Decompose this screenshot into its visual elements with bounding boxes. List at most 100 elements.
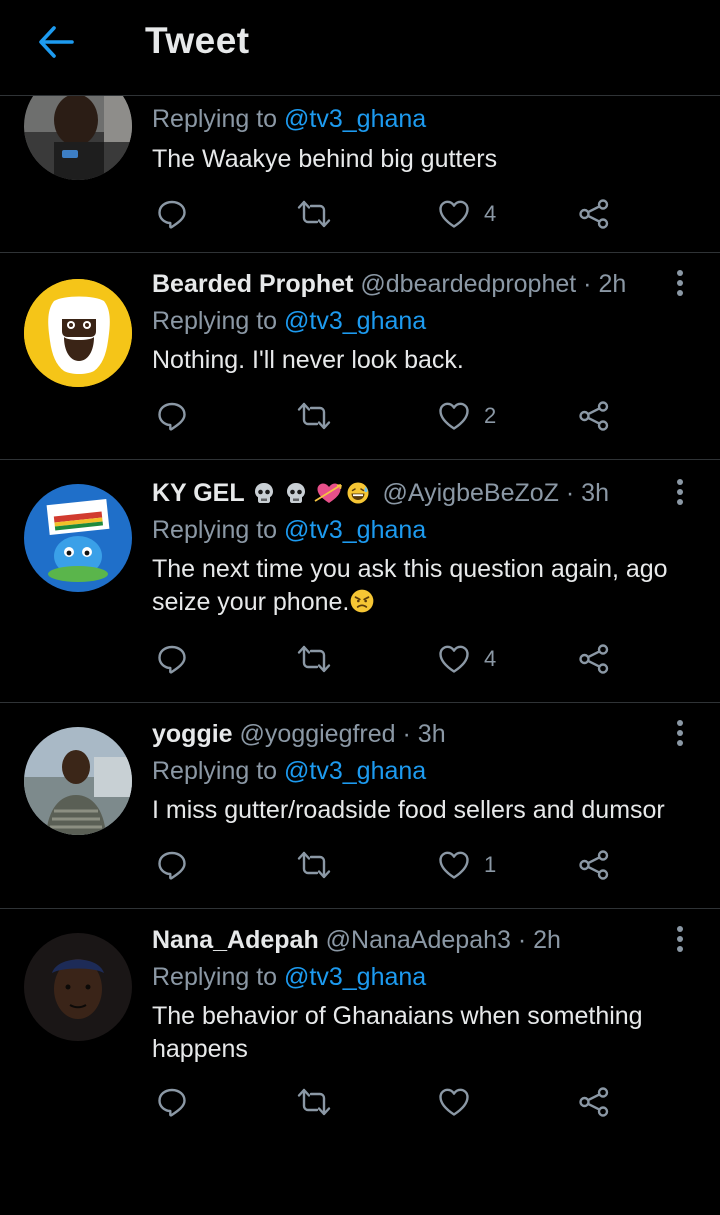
like-icon <box>438 643 470 675</box>
share-button[interactable] <box>578 845 610 885</box>
share-button[interactable] <box>578 396 610 436</box>
more-vertical-icon <box>676 925 684 953</box>
replying-label: Replying to <box>152 307 278 335</box>
skull-icon <box>284 481 308 505</box>
top-bar: Tweet <box>0 0 720 96</box>
reply-icon <box>156 1086 188 1118</box>
share-button[interactable] <box>578 639 610 679</box>
reply-button[interactable] <box>156 194 188 234</box>
replying-to: Replying to @tv3_ghana <box>152 515 426 545</box>
reply-button[interactable] <box>156 639 188 679</box>
blue-creature-avatar-icon <box>24 484 132 592</box>
back-button[interactable] <box>30 16 82 68</box>
like-button[interactable]: 2 <box>438 396 496 436</box>
tweet-actions: 2 <box>152 396 652 436</box>
tweet-text: I miss gutter/roadside food sellers and … <box>152 796 665 824</box>
more-options-button[interactable] <box>668 474 692 510</box>
retweet-button[interactable] <box>296 639 332 679</box>
reply-icon <box>156 400 188 432</box>
replying-label: Replying to <box>152 963 278 991</box>
reply-button[interactable] <box>156 1082 188 1122</box>
tweet-text: Nothing. I'll never look back. <box>152 346 464 374</box>
retweet-button[interactable] <box>296 194 332 234</box>
mention-link[interactable]: @tv3_ghana <box>284 307 426 335</box>
bearded-face-avatar-icon <box>24 279 132 387</box>
share-button[interactable] <box>578 1082 610 1122</box>
handle[interactable]: @AyigbeBeZoZ <box>383 479 559 507</box>
like-button[interactable]: 1 <box>438 845 496 885</box>
tweet-card[interactable]: KY GEL @AyigbeBeZoZ · 3h Replying to @tv… <box>0 460 720 703</box>
like-count: 2 <box>484 403 497 428</box>
tweet-text: The Waakye behind big gutters <box>152 145 498 173</box>
more-vertical-icon <box>676 269 684 297</box>
tweet-actions: 1 <box>152 845 652 885</box>
tweet-actions: 4 <box>152 639 652 679</box>
like-button[interactable]: 4 <box>438 639 496 679</box>
more-options-button[interactable] <box>668 265 692 301</box>
retweet-icon <box>296 198 332 230</box>
avatar[interactable] <box>24 279 132 387</box>
skull-icon <box>252 481 276 505</box>
replying-to: Replying to @tv3_ghana <box>152 756 426 786</box>
reply-button[interactable] <box>156 845 188 885</box>
grinning-sweat-icon <box>346 481 370 505</box>
mention-link[interactable]: @tv3_ghana <box>284 963 426 991</box>
tweet-header: KY GEL @AyigbeBeZoZ · 3h <box>152 478 609 508</box>
tweet-text: The next time you ask this question agai… <box>152 553 692 619</box>
replying-label: Replying to <box>152 516 278 544</box>
replying-to: Replying to @tv3_ghana <box>152 306 426 336</box>
like-icon <box>438 1086 470 1118</box>
reply-button[interactable] <box>156 396 188 436</box>
like-button[interactable]: 4 <box>438 194 496 234</box>
timestamp: · 2h <box>517 926 561 954</box>
user-photo-icon <box>24 933 132 1041</box>
like-icon <box>438 849 470 881</box>
share-icon <box>578 643 610 675</box>
avatar[interactable] <box>24 933 132 1041</box>
like-count: 4 <box>484 646 497 671</box>
tweet-actions: 4 <box>152 194 652 234</box>
tweet-text-content: The next time you ask this question agai… <box>152 555 668 616</box>
handle[interactable]: @yoggiegfred <box>240 720 396 748</box>
share-button[interactable] <box>578 194 610 234</box>
retweet-button[interactable] <box>296 1082 332 1122</box>
display-name[interactable]: KY GEL <box>152 479 245 507</box>
retweet-icon <box>296 849 332 881</box>
like-button[interactable] <box>438 1082 470 1122</box>
tweet-text: The behavior of Ghanaians when something… <box>152 1002 643 1063</box>
more-options-button[interactable] <box>668 715 692 751</box>
avatar[interactable] <box>24 484 132 592</box>
retweet-icon <box>296 643 332 675</box>
timestamp: · 2h <box>583 270 627 298</box>
handle[interactable]: @dbeardedprophet <box>360 270 576 298</box>
like-icon <box>438 198 470 230</box>
tweet-card[interactable]: yoggie @yoggiegfred · 3h Replying to @tv… <box>0 703 720 909</box>
tweet-actions <box>152 1175 652 1215</box>
handle[interactable]: @NanaAdepah3 <box>326 926 511 954</box>
reply-icon <box>156 198 188 230</box>
display-name[interactable]: Nana_Adepah <box>152 926 319 954</box>
share-icon <box>578 198 610 230</box>
retweet-icon <box>296 400 332 432</box>
tweet-card[interactable]: Bearded Prophet @dbeardedprophet · 2h Re… <box>0 253 720 460</box>
angry-face-icon <box>349 588 375 614</box>
replying-to: Replying to @tv3_ghana <box>152 962 426 992</box>
tweet-header: Nana_Adepah @NanaAdepah3 · 2h <box>152 925 561 955</box>
page-title: Tweet <box>145 20 250 61</box>
retweet-button[interactable] <box>296 396 332 436</box>
tweet-header: Bearded Prophet @dbeardedprophet · 2h <box>152 269 626 299</box>
mention-link[interactable]: @tv3_ghana <box>284 757 426 785</box>
display-name[interactable]: Bearded Prophet <box>152 270 353 298</box>
retweet-button[interactable] <box>296 845 332 885</box>
like-count: 1 <box>484 852 497 877</box>
mention-link[interactable]: @tv3_ghana <box>284 105 426 133</box>
tweet-header: yoggie @yoggiegfred · 3h <box>152 719 446 749</box>
display-name[interactable]: yoggie <box>152 720 233 748</box>
avatar[interactable] <box>24 727 132 835</box>
name-emojis <box>252 481 370 505</box>
like-icon <box>438 400 470 432</box>
share-icon <box>578 849 610 881</box>
mention-link[interactable]: @tv3_ghana <box>284 516 426 544</box>
reply-icon <box>156 849 188 881</box>
more-options-button[interactable] <box>668 921 692 957</box>
